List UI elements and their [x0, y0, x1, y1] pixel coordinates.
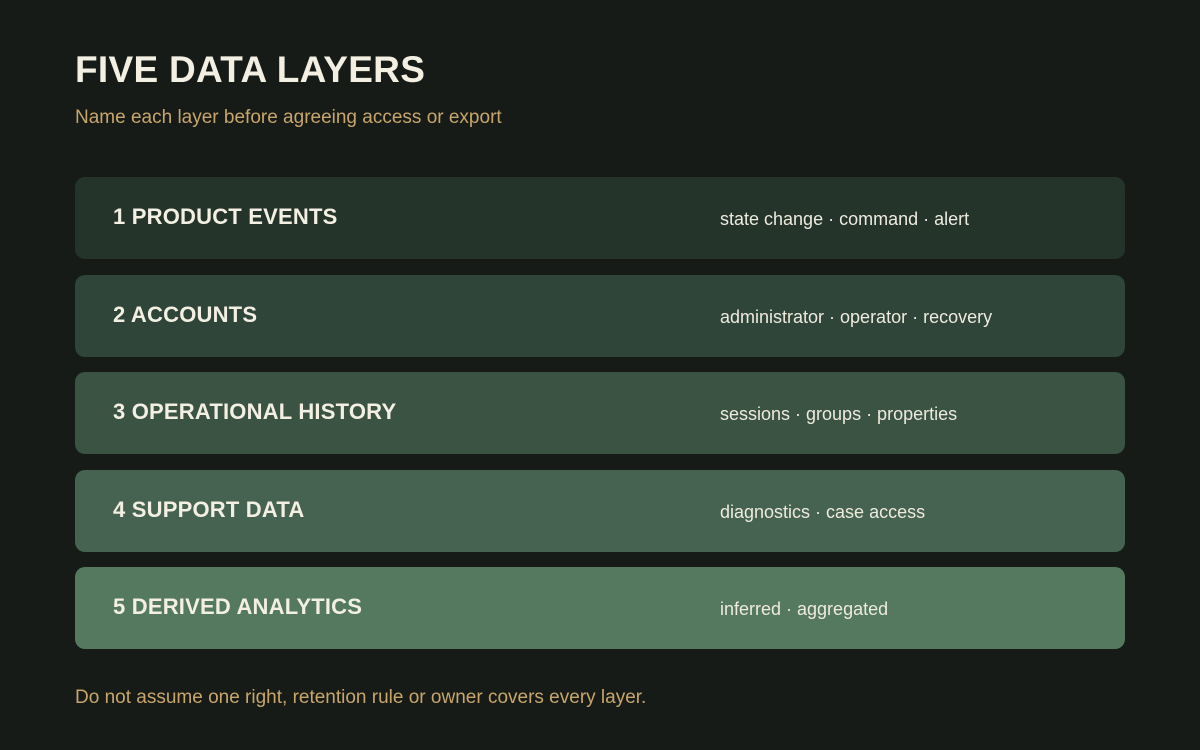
page-subtitle: Name each layer before agreeing access o… [75, 107, 502, 128]
layer-items: administrator · operator · recovery [720, 306, 993, 327]
layer-items: diagnostics · case access [720, 501, 926, 522]
layer-items: state change · command · alert [720, 209, 970, 229]
layer-items: sessions · groups · properties [720, 404, 958, 424]
layer-label: 5 DERIVED ANALYTICS [113, 594, 363, 619]
footer-note: Do not assume one right, retention rule … [75, 687, 647, 708]
layer-items: inferred · aggregated [720, 599, 889, 619]
layer-stack: 1 PRODUCT EVENTS state change · command … [75, 177, 1125, 665]
layer-label: 4 SUPPORT DATA [113, 496, 305, 522]
layer-derived-analytics: 5 DERIVED ANALYTICS inferred · aggregate… [75, 567, 1125, 649]
layer-product-events: 1 PRODUCT EVENTS state change · command … [75, 177, 1125, 259]
layer-label: 3 OPERATIONAL HISTORY [113, 399, 397, 424]
layer-label: 2 ACCOUNTS [113, 301, 258, 327]
page-title: FIVE DATA LAYERS [75, 49, 426, 90]
layer-operational-history: 3 OPERATIONAL HISTORY sessions · groups … [75, 372, 1125, 454]
layer-support-data: 4 SUPPORT DATA diagnostics · case access [75, 469, 1125, 552]
layer-accounts: 2 ACCOUNTS administrator · operator · re… [75, 274, 1125, 357]
layer-label: 1 PRODUCT EVENTS [113, 204, 338, 229]
